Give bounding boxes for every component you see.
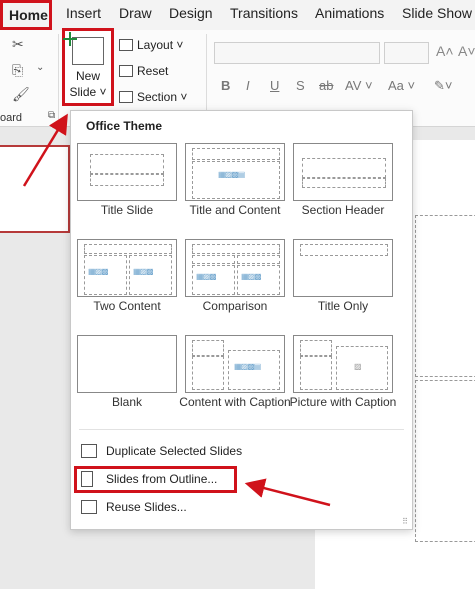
dialog-launcher-icon[interactable]: ⧉ <box>48 110 55 121</box>
tab-home[interactable]: Home <box>0 0 52 30</box>
tab-transitions[interactable]: Transitions <box>230 5 298 21</box>
slide-thumbnail[interactable] <box>0 145 70 233</box>
duplicate-selected-slides-item[interactable]: Duplicate Selected Slides <box>81 440 242 462</box>
layout-label: Title Slide <box>100 203 154 217</box>
reset-label: Reset <box>137 64 169 78</box>
layout-label: Blank <box>111 395 143 409</box>
tab-draw[interactable]: Draw <box>119 5 152 21</box>
layout-label: Title and Content <box>189 203 281 217</box>
content-icons: ▦▨▩▤ <box>218 170 245 179</box>
section-label: Section ˅ <box>137 90 188 104</box>
layout-thumbnail: ▦▨▩ ▦▨▩ <box>77 239 177 297</box>
ribbon-tab-bar: Home Insert Draw Design Transitions Anim… <box>0 0 475 30</box>
highlight-color-icon[interactable]: ✎˅ <box>434 78 452 94</box>
chevron-down-icon[interactable]: ⌄ <box>36 62 44 73</box>
new-slide-button[interactable]: New Slide ˅ <box>62 28 114 106</box>
content-icons: ▦▨▩▤ <box>234 362 261 371</box>
font-name-select[interactable] <box>214 42 380 64</box>
layout-blank[interactable]: Blank <box>77 335 177 423</box>
reset-button[interactable]: Reset <box>119 64 168 78</box>
font-size-select[interactable] <box>384 42 429 64</box>
clipboard-group-label: oard <box>0 112 23 124</box>
layout-thumbnail <box>293 143 393 201</box>
layout-comparison[interactable]: ▦▨▩ ▦▨▩ Comparison <box>185 239 285 327</box>
layout-thumbnail: ▦▨▩▤ <box>185 143 285 201</box>
slides-from-outline-highlight <box>74 466 237 493</box>
menu-item-label: Reuse Slides... <box>106 500 187 514</box>
divider <box>79 429 404 430</box>
layout-content-with-caption[interactable]: ▦▨▩▤ Content with Caption <box>179 335 291 423</box>
section-button[interactable]: Section ˅ <box>119 90 187 104</box>
placeholder <box>415 215 475 377</box>
new-slide-label-line1: New <box>75 69 100 83</box>
layout-title-slide[interactable]: Title Slide <box>77 143 177 231</box>
strikethrough-button[interactable]: ab <box>319 78 333 93</box>
italic-button[interactable]: I <box>246 78 250 93</box>
character-spacing-button[interactable]: AV ˅ <box>345 78 373 93</box>
layout-thumbnail: ▦▨▩▤ <box>185 335 285 393</box>
shadow-button[interactable]: S <box>296 78 305 93</box>
content-icons: ▦▨▩ <box>88 267 109 276</box>
underline-button[interactable]: U <box>270 78 279 93</box>
layout-label: Picture with Caption <box>289 395 397 409</box>
cut-icon[interactable]: ✂ <box>12 36 24 53</box>
layout-thumbnail <box>77 335 177 393</box>
tab-animations[interactable]: Animations <box>315 5 384 21</box>
theme-title: Office Theme <box>86 119 163 133</box>
reset-icon <box>119 65 133 77</box>
layout-label: Title Only <box>317 299 369 313</box>
reuse-slides-icon <box>81 500 97 514</box>
menu-item-label: Duplicate Selected Slides <box>106 444 243 458</box>
reuse-slides-item[interactable]: Reuse Slides... <box>81 496 187 518</box>
new-slide-label-line2: Slide ˅ <box>69 85 107 99</box>
layout-label: Comparison <box>202 299 268 313</box>
format-painter-icon[interactable]: 🖌 <box>12 86 30 103</box>
bold-button[interactable]: B <box>221 78 230 93</box>
picture-icon: ▨ <box>354 362 362 371</box>
layout-section-header[interactable]: Section Header <box>293 143 393 231</box>
layout-thumbnail <box>77 143 177 201</box>
layout-label: Layout ˅ <box>137 38 184 52</box>
new-slide-icon <box>63 32 104 65</box>
tab-slide-show[interactable]: Slide Show <box>402 5 472 21</box>
layout-thumbnail: ▨ <box>293 335 393 393</box>
new-slide-dropdown: Office Theme Title Slide ▦▨▩▤ Title and … <box>70 110 413 530</box>
layout-button[interactable]: Layout ˅ <box>119 38 183 52</box>
change-case-button[interactable]: Aa ˅ <box>388 78 415 93</box>
layout-thumbnail: ▦▨▩ ▦▨▩ <box>185 239 285 297</box>
tab-insert[interactable]: Insert <box>66 5 101 21</box>
copy-icon[interactable]: ⎘ <box>12 62 23 79</box>
layout-picture-with-caption[interactable]: ▨ Picture with Caption <box>290 335 396 423</box>
layout-title-only[interactable]: Title Only <box>293 239 393 327</box>
layout-label: Section Header <box>301 203 385 217</box>
layout-label: Two Content <box>93 299 161 313</box>
layout-two-content[interactable]: ▦▨▩ ▦▨▩ Two Content <box>77 239 177 327</box>
section-icon <box>119 91 133 103</box>
tab-design[interactable]: Design <box>169 5 213 21</box>
duplicate-slides-icon <box>81 444 97 458</box>
placeholder <box>415 380 475 542</box>
layout-label: Content with Caption <box>179 395 291 409</box>
content-icons: ▦▨▩ <box>133 267 154 276</box>
content-icons: ▦▨▩ <box>196 272 217 281</box>
layout-icon <box>119 39 133 51</box>
layout-thumbnail <box>293 239 393 297</box>
grow-font-icon[interactable]: A˄ <box>436 43 454 59</box>
layout-title-and-content[interactable]: ▦▨▩▤ Title and Content <box>185 143 285 231</box>
resize-grip-icon[interactable]: ⠿ <box>402 517 408 526</box>
shrink-font-icon[interactable]: A˅ <box>458 43 475 59</box>
content-icons: ▦▨▩ <box>241 272 262 281</box>
